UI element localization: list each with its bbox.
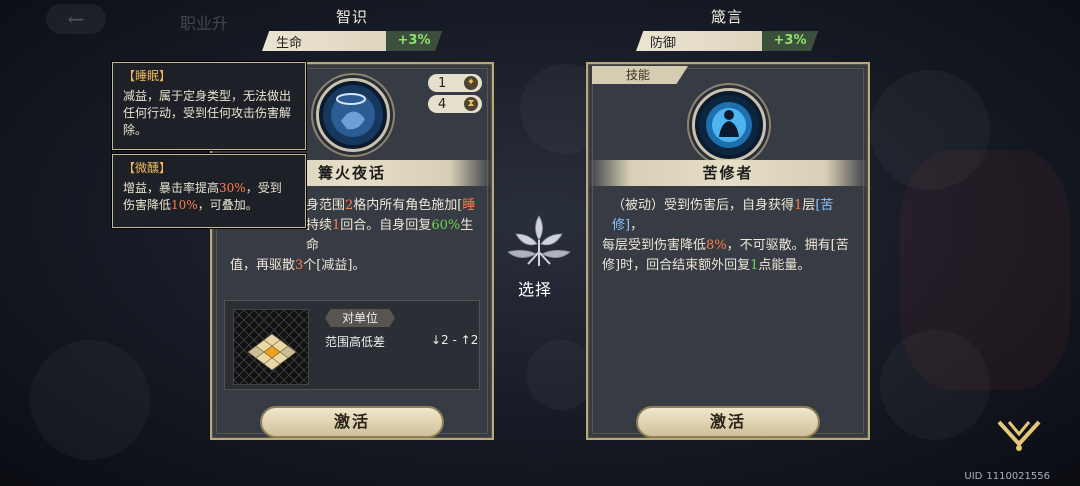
confirm-chevron-icon[interactable] <box>996 418 1042 452</box>
tooltip-number: 30% <box>219 181 246 195</box>
desc-text: 持续 <box>306 218 333 233</box>
left-stat-bar: 生命 +3% <box>262 31 442 51</box>
range-height-label: 范围高低差 <box>325 335 386 349</box>
skill-type-tag: 技能 <box>592 66 688 84</box>
ascetic-skill-icon <box>692 88 766 162</box>
range-grid <box>233 309 309 385</box>
uses-badge: 1 ✦ <box>428 74 482 92</box>
hourglass-icon: ⧗ <box>464 97 478 111</box>
right-skill-card[interactable]: 技能 苦修者 （被动）受到伤害后，自身获得1层[苦修]， 每层受到伤害降低8%，… <box>586 62 870 440</box>
right-stat-bar: 防御 +3% <box>636 31 818 51</box>
description-line: 值，再驱散3个[减益]。 <box>226 256 484 276</box>
tooltip-text: 增益，暴击率提高 <box>123 181 220 195</box>
range-panel: 对单位 范围高低差 ↓2 - ↑2 <box>224 300 480 390</box>
skill-name: 苦修者 <box>588 160 868 186</box>
desc-status: 睡 <box>462 198 476 213</box>
description-line: 修]时，回合结束额外回复1点能量。 <box>602 256 860 276</box>
right-attribute-name: 箴言 <box>710 8 743 26</box>
uid-display: UID 1110021556 <box>964 471 1050 482</box>
left-activate-button[interactable]: 激活 <box>260 406 444 438</box>
bonfire-skill-icon <box>316 78 390 152</box>
left-stat-value: +3% <box>386 31 442 51</box>
desc-text: 身范围 <box>306 198 346 213</box>
star-icon: ✦ <box>464 76 478 90</box>
tooltip-title: 【微醺】 <box>123 161 172 175</box>
tooltip-title: 【睡眠】 <box>123 69 172 83</box>
tipsy-tooltip: 【微醺】 增益，暴击率提高30%，受到 伤害降低10%，可叠加。 <box>112 154 306 228</box>
range-height-value: ↓2 - ↑2 <box>431 333 479 347</box>
select-button[interactable]: 选择 <box>518 276 552 300</box>
right-stat-label: 防御 <box>650 35 677 51</box>
desc-text: 修]时，回合结束额外回复 <box>602 258 751 273</box>
cooldown-value: 4 <box>438 96 447 112</box>
tooltip-line: 除。 <box>123 123 148 137</box>
back-button[interactable]: ← <box>46 4 106 34</box>
desc-text: ，不可驱散。拥有[苦 <box>726 238 849 253</box>
sleep-tooltip: 【睡眠】 减益，属于定身类型，无法做出 任何行动，受到任何攻击伤害解 除。 <box>112 62 306 150</box>
tooltip-number: 10% <box>171 198 198 212</box>
cooldown-badge: 4 ⧗ <box>428 95 482 113</box>
leaf-emblem-icon[interactable] <box>504 212 574 274</box>
desc-text: 每层受到伤害降低 <box>602 238 707 253</box>
tooltip-line: 增益，暴击率提高30%，受到 <box>123 180 295 197</box>
target-tag: 对单位 <box>325 309 395 327</box>
right-activate-button[interactable]: 激活 <box>636 406 820 438</box>
uses-value: 1 <box>438 75 447 91</box>
left-stat-label: 生命 <box>276 35 303 51</box>
bg-circle <box>900 150 1070 390</box>
desc-text: 点能量。 <box>758 258 811 273</box>
arrow-left-icon: ← <box>67 7 85 31</box>
desc-text: 个[减益]。 <box>303 258 366 273</box>
skill-description: （被动）受到伤害后，自身获得1层[苦修]， 每层受到伤害降低8%，不可驱散。拥有… <box>602 196 860 276</box>
background-title: 职业升 <box>180 14 229 33</box>
description-line: 每层受到伤害降低8%，不可驱散。拥有[苦 <box>602 236 860 256</box>
desc-text: 层 <box>802 198 816 213</box>
tooltip-line: 伤害降低10%，可叠加。 <box>123 197 295 214</box>
uid-value: 1110021556 <box>986 471 1050 482</box>
right-stat-header: 箴言 防御 +3% <box>636 6 818 51</box>
desc-text: 值，再驱散 <box>230 258 296 273</box>
tooltip-text: ，可叠加。 <box>197 198 258 212</box>
left-stat-header: 智识 生命 +3% <box>262 6 442 51</box>
tooltip-text: ，受到 <box>245 181 282 195</box>
uid-label: UID <box>964 471 983 482</box>
desc-number: 60% <box>431 218 461 233</box>
bg-circle <box>30 340 150 460</box>
left-attribute-name: 智识 <box>335 8 368 26</box>
tooltip-line: 减益，属于定身类型，无法做出 <box>123 89 292 103</box>
tooltip-line: 任何行动，受到任何攻击伤害解 <box>123 106 292 120</box>
description-line: （被动）受到伤害后，自身获得1层[苦修]， <box>602 196 860 236</box>
desc-text: ， <box>630 218 644 233</box>
desc-text: 格内所有角色施加[ <box>353 198 463 213</box>
desc-number: 8% <box>706 238 727 253</box>
desc-text: 回合。自身回复 <box>340 218 432 233</box>
right-stat-value: +3% <box>762 31 818 51</box>
desc-text: （被动）受到伤害后，自身获得 <box>612 198 795 213</box>
tooltip-text: 伤害降低 <box>123 198 172 212</box>
